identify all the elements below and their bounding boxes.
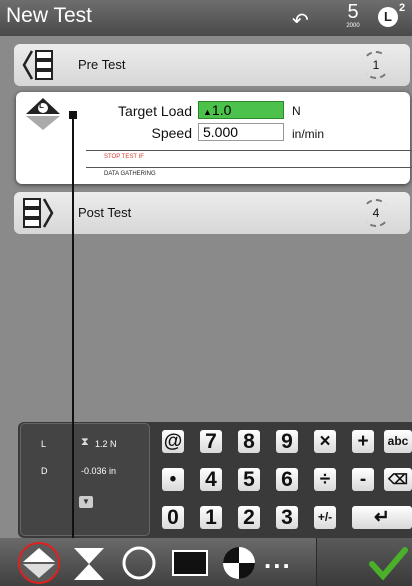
- status-badge: L: [378, 7, 398, 27]
- key-5[interactable]: 5: [238, 468, 260, 491]
- half-circle-icon[interactable]: [220, 544, 258, 582]
- key-0[interactable]: 0: [162, 506, 184, 529]
- step-connector-line: [72, 114, 74, 586]
- hourglass-icon[interactable]: [72, 546, 106, 582]
- post-test-count-value: 4: [372, 206, 380, 220]
- load-step-icon-letter: L: [39, 101, 44, 110]
- key-abc[interactable]: abc: [384, 430, 412, 453]
- key-3[interactable]: 3: [276, 506, 298, 529]
- pre-test-icon: [22, 50, 53, 80]
- load-step-card[interactable]: L Target Load ▲1.0 N Speed 5.000 in/min …: [16, 92, 412, 184]
- key-9[interactable]: 9: [276, 430, 298, 453]
- stop-test-if-label: STOP TEST IF: [104, 154, 144, 160]
- disp-readout-letter: D: [41, 466, 48, 476]
- speed-field[interactable]: 5.000: [198, 123, 284, 141]
- key-backspace[interactable]: ⌫: [384, 468, 412, 491]
- key-4[interactable]: 4: [200, 468, 222, 491]
- target-load-field[interactable]: ▲1.0: [198, 101, 284, 119]
- target-load-value: 1.0: [211, 102, 232, 118]
- key-multiply[interactable]: ×: [314, 430, 336, 453]
- key-at[interactable]: @: [162, 430, 184, 453]
- hourglass-small-icon: ⧗: [81, 436, 89, 448]
- rectangle-icon[interactable]: [172, 550, 208, 576]
- key-6[interactable]: 6: [276, 468, 298, 491]
- key-7[interactable]: 7: [200, 430, 222, 453]
- load-step-icon: [23, 548, 55, 578]
- checkmark-icon[interactable]: [368, 546, 408, 582]
- speed-value: 5.000: [203, 124, 239, 140]
- load-readout-value: 1.2 N: [95, 439, 117, 449]
- rotate-arrow-icon[interactable]: ↶: [292, 8, 309, 33]
- post-test-count[interactable]: 4: [362, 199, 390, 227]
- pre-test-row[interactable]: Pre Test 1: [14, 44, 410, 86]
- expand-readout-button[interactable]: ▼: [79, 496, 93, 508]
- key-divide[interactable]: ÷: [314, 468, 336, 491]
- cycle-icon[interactable]: [120, 544, 158, 582]
- post-test-icon: [23, 198, 54, 228]
- speed-label: Speed: [151, 125, 192, 141]
- pre-test-count[interactable]: 1: [362, 51, 390, 79]
- title-bar: New Test ↶ 5 2000 L 2: [0, 0, 412, 36]
- data-gathering-label: DATA GATHERING: [104, 171, 156, 177]
- key-plus-minus[interactable]: +/-: [314, 506, 336, 529]
- load-readout-letter: L: [41, 439, 47, 449]
- key-8[interactable]: 8: [238, 430, 260, 453]
- key-1[interactable]: 1: [200, 506, 222, 529]
- target-load-label: Target Load: [118, 103, 192, 119]
- key-2[interactable]: 2: [238, 506, 260, 529]
- post-test-label: Post Test: [78, 205, 132, 220]
- load-caret-icon: ▲: [203, 107, 212, 117]
- load-step-tool[interactable]: [18, 542, 60, 584]
- disp-readout-value: -0.036 in: [81, 466, 117, 476]
- live-readout-panel: L ⧗ 1.2 N D -0.036 in ▼: [20, 423, 150, 536]
- pre-test-count-value: 1: [372, 58, 380, 72]
- counter-sub: 2000: [346, 23, 360, 29]
- key-minus[interactable]: -: [352, 468, 374, 491]
- data-gathering-row[interactable]: DATA GATHERING: [86, 167, 412, 179]
- key-decimal[interactable]: •: [162, 468, 184, 491]
- step-connector-dot: [69, 111, 77, 119]
- more-icon[interactable]: ...: [264, 544, 292, 575]
- key-plus[interactable]: +: [352, 430, 374, 453]
- bottom-toolbar: ...: [0, 538, 412, 586]
- stop-test-if-row[interactable]: STOP TEST IF: [86, 150, 412, 162]
- page-title: New Test: [6, 4, 92, 27]
- pre-test-label: Pre Test: [78, 57, 126, 72]
- counter-value: 5: [347, 1, 359, 23]
- target-load-unit: N: [292, 104, 301, 118]
- status-superscript: 2: [399, 2, 406, 14]
- key-enter[interactable]: ↵: [352, 506, 412, 529]
- counter-display: 5 2000: [342, 1, 364, 29]
- speed-unit: in/min: [292, 127, 325, 141]
- status-letter: L: [384, 9, 392, 24]
